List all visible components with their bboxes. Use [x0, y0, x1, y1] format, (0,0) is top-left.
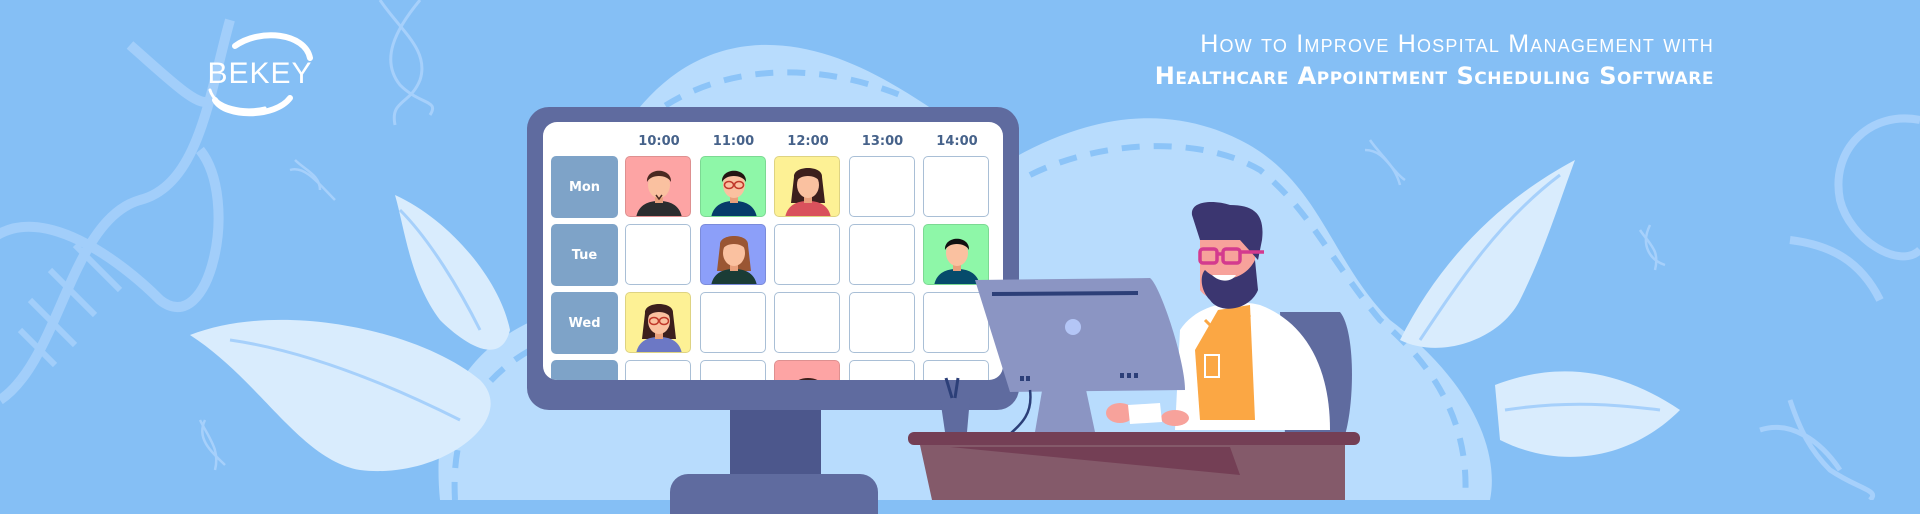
appointment-slot-booked[interactable] — [699, 224, 766, 285]
day-label: Tue — [551, 224, 618, 286]
patient-avatar-icon — [636, 304, 682, 352]
logo[interactable]: BEKEY — [205, 28, 315, 118]
dna-helix-icon — [1759, 399, 1875, 500]
monitor-base — [670, 474, 878, 514]
appointment-slot-empty[interactable] — [625, 360, 691, 380]
patient-avatar-icon — [798, 378, 818, 380]
time-label: 12:00 — [787, 134, 829, 149]
patient-avatar-icon — [710, 236, 757, 284]
day-label — [551, 360, 618, 380]
headline: How to Improve Hospital Management with … — [1155, 28, 1714, 92]
dna-helix-icon — [289, 159, 336, 201]
appointment-slot-empty[interactable] — [848, 156, 915, 217]
time-label: 14:00 — [936, 134, 978, 149]
appointment-slot-booked[interactable] — [774, 360, 840, 380]
headline-line-2: Healthcare Appointment Scheduling Softwa… — [1154, 62, 1714, 90]
patient-avatar-icon — [785, 168, 831, 216]
headline-line-1: How to Improve Hospital Management with — [1200, 30, 1714, 58]
time-label: 11:00 — [712, 134, 755, 149]
appointment-slot-empty[interactable] — [774, 292, 840, 353]
appointment-slot-empty[interactable] — [699, 360, 766, 380]
dna-helix-icon — [378, 0, 435, 126]
appointment-slot-booked[interactable] — [923, 224, 989, 285]
dna-helix-icon — [198, 419, 226, 471]
appointment-slot-empty[interactable] — [625, 224, 691, 285]
schedule-screen: 10:00 11:00 12:00 13:00 14:00 Mon Tue Wed — [543, 122, 1003, 380]
patient-avatar-icon — [636, 170, 682, 216]
dna-helix-icon — [1789, 114, 1920, 302]
appointment-slot-empty[interactable] — [774, 224, 840, 285]
day-label: Wed — [551, 292, 618, 354]
dna-helix-icon — [1638, 224, 1666, 271]
time-label: 10:00 — [638, 134, 680, 149]
appointment-slot-booked[interactable] — [699, 156, 766, 217]
appointment-slot-booked[interactable] — [774, 156, 840, 217]
dna-helix-icon — [0, 18, 235, 405]
appointment-slot-empty[interactable] — [923, 156, 989, 217]
appointment-slot-booked[interactable] — [625, 156, 691, 217]
schedule-monitor: 10:00 11:00 12:00 13:00 14:00 Mon Tue Wed — [527, 107, 1019, 410]
day-label: Mon — [551, 156, 618, 218]
appointment-slot-booked[interactable] — [625, 292, 691, 353]
patient-avatar-icon — [934, 238, 980, 284]
appointment-slot-empty[interactable] — [848, 292, 915, 353]
dna-helix-icon — [1364, 139, 1406, 186]
appointment-slot-empty[interactable] — [699, 292, 766, 353]
appointment-slot-empty[interactable] — [848, 224, 915, 285]
patient-avatar-icon — [710, 170, 757, 216]
appointment-slot-empty[interactable] — [848, 360, 915, 380]
appointment-slot-empty[interactable] — [923, 360, 989, 380]
logo-text: BEKEY — [207, 57, 313, 90]
monitor-stand — [730, 410, 821, 477]
appointment-slot-empty[interactable] — [923, 292, 989, 353]
time-label: 13:00 — [861, 134, 904, 149]
